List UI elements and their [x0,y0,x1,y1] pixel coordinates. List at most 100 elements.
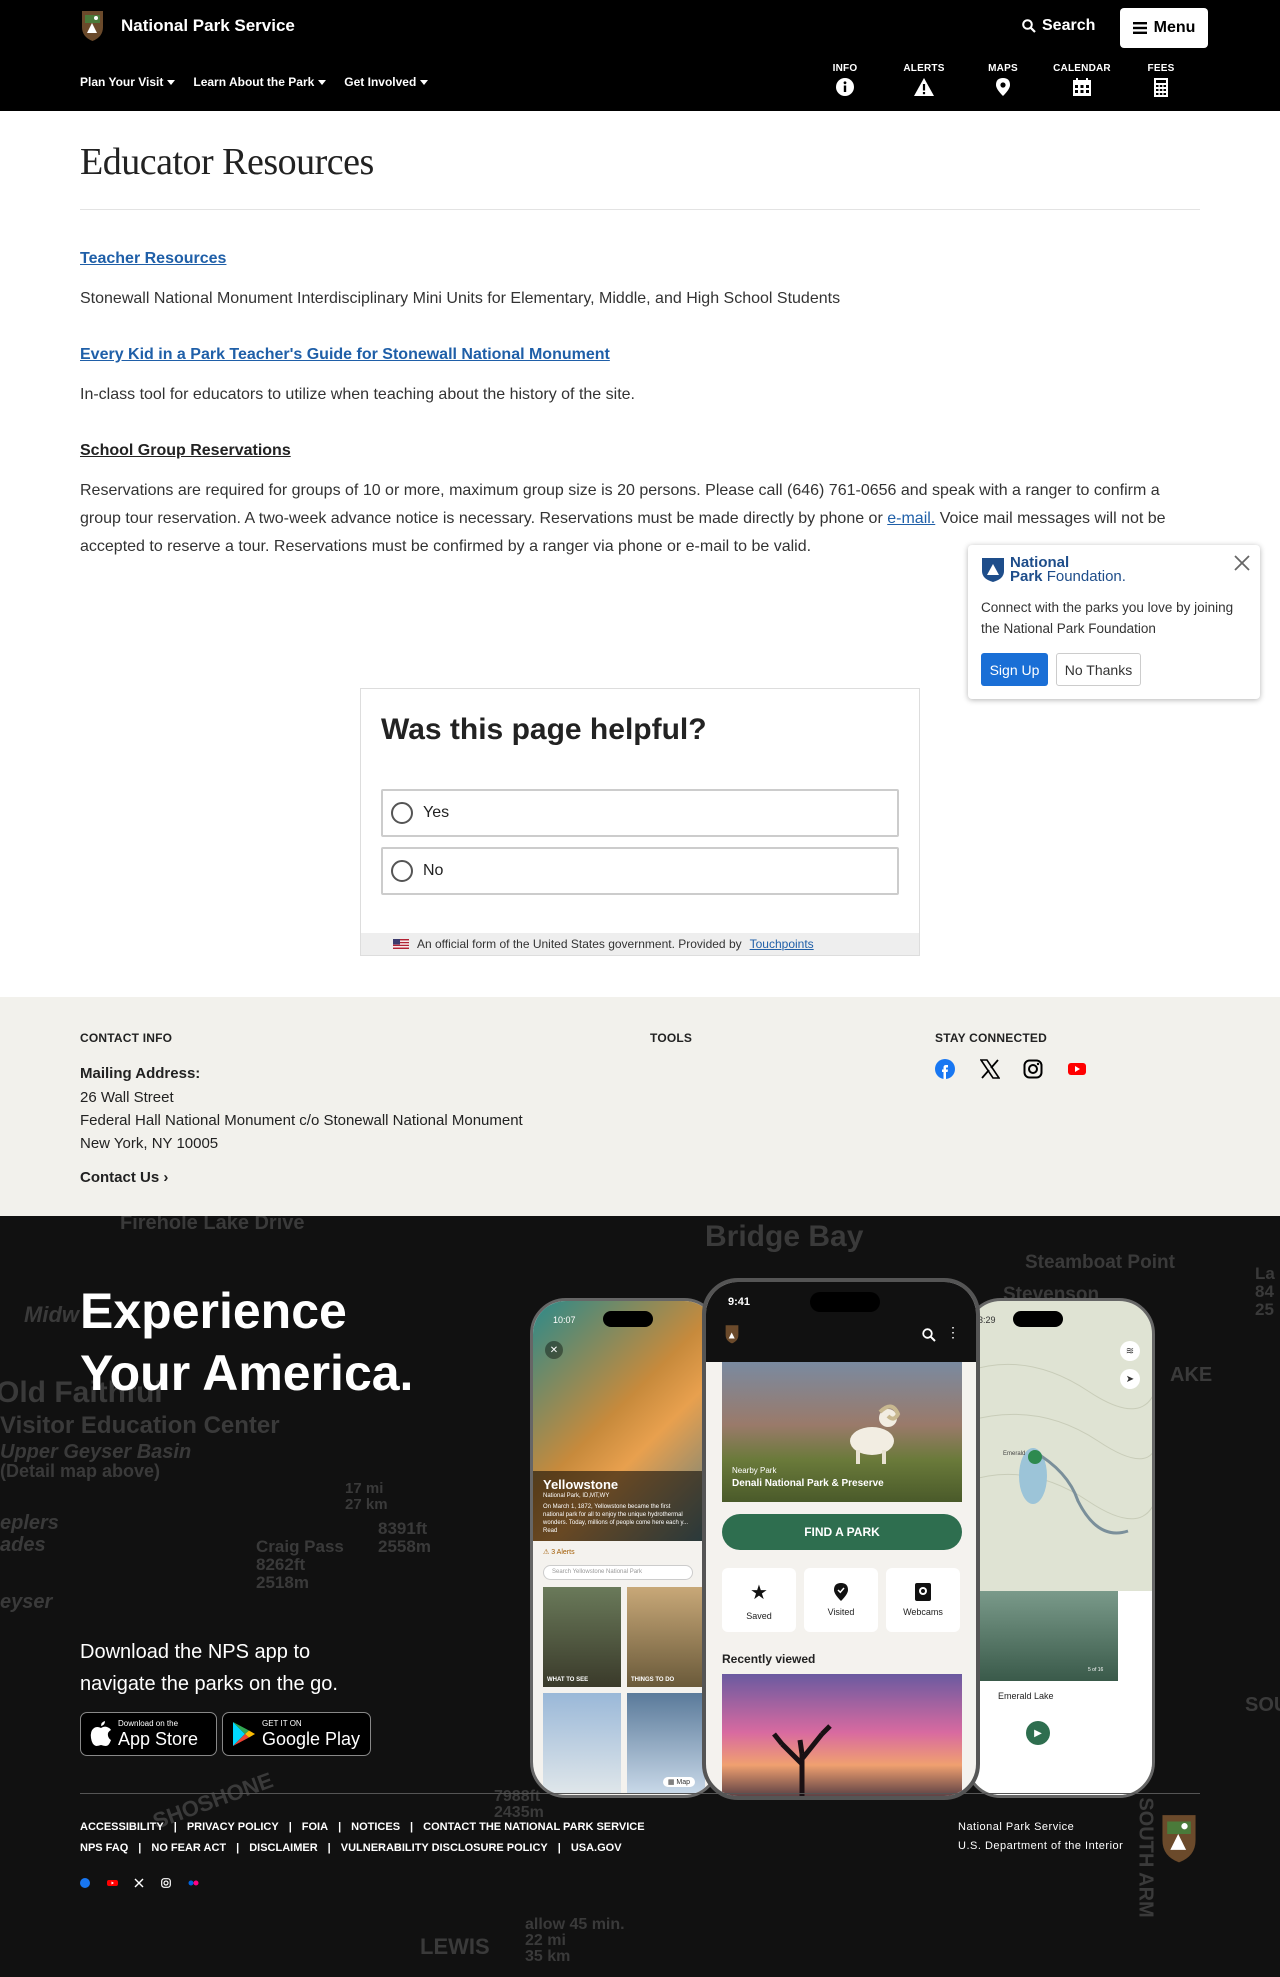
nav-learn-about-the-park[interactable]: Learn About the Park [193,75,327,89]
map-label: 8391ft [378,1519,428,1538]
quick-link-alerts[interactable]: ALERTS [889,63,959,96]
youtube-icon[interactable] [107,1878,118,1888]
title-divider [80,209,1200,210]
map-label: La [1255,1264,1275,1283]
quick-link-label: CALENDAR [1053,63,1111,74]
park-search-input[interactable]: Search Yellowstone National Park [543,1565,693,1580]
flickr-icon[interactable] [188,1878,199,1888]
menu-button[interactable]: Menu [1120,8,1208,48]
tile-label: Saved [746,1610,772,1621]
separator: | [288,1821,292,1833]
lodge-tile[interactable] [543,1693,621,1793]
more-icon[interactable]: ⋮ [946,1324,960,1341]
recently-viewed-image[interactable] [722,1674,962,1796]
lake-card[interactable]: 5 of 16 Emerald Lake ▶ [968,1591,1152,1795]
privacy-policy-link[interactable]: PRIVACY POLICY [187,1821,279,1833]
feedback-no-label: No [423,862,444,879]
tile-label: Visited [827,1607,855,1617]
find-a-park-button[interactable]: FIND A PARK [722,1514,962,1550]
email-link[interactable]: e-mail. [887,510,935,527]
saved-tile[interactable]: ★ Saved [722,1568,796,1632]
radio-yes[interactable] [391,802,413,824]
webcam-icon [915,1583,931,1601]
locate-icon[interactable]: ➤ [1120,1369,1140,1389]
feedback-form: Was this page helpful? Yes No An officia… [360,688,920,956]
teacher-resources-desc: Stonewall National Monument Interdiscipl… [80,290,841,307]
instagram-icon[interactable] [1023,1059,1043,1079]
nav-get-involved[interactable]: Get Involved [344,75,429,89]
map-label: 8262ft [256,1555,306,1574]
teacher-resources-link[interactable]: Teacher Resources [80,250,226,268]
nps-arrowhead-icon [725,1325,739,1344]
map-pin-label: Emerald [1003,1451,1026,1457]
map-label: eyser [0,1591,53,1613]
play-icon[interactable]: ▶ [1026,1721,1050,1745]
map-pill[interactable]: ▦ Map [662,1777,695,1787]
tile-label: WHAT TO SEE [547,1677,589,1683]
quick-link-maps[interactable]: MAPS [968,63,1038,96]
x-icon[interactable] [980,1059,1000,1079]
nps-arrowhead-icon [82,11,103,41]
site-title: National Park Service [121,15,295,35]
things-to-do-tile[interactable]: THINGS TO DO [627,1587,705,1687]
geyser-tile[interactable]: ▦ Map [627,1693,705,1793]
close-icon[interactable] [1234,555,1250,571]
npf-no-thanks-button[interactable]: No Thanks [1056,653,1141,686]
quick-link-calendar[interactable]: CALENDAR [1047,63,1117,96]
search-button[interactable]: Search [1022,17,1095,35]
visited-tile[interactable]: Visited [804,1568,878,1632]
facebook-icon[interactable] [80,1878,90,1888]
feedback-no-option[interactable]: No [381,847,899,895]
fees-icon [1154,78,1168,97]
usa-gov-link[interactable]: USA.GOV [571,1842,622,1854]
webcams-tile[interactable]: Webcams [886,1568,960,1632]
quick-link-label: FEES [1147,63,1175,74]
facebook-icon[interactable] [935,1059,955,1079]
download-app-text: Download the NPS app to navigate the par… [80,1641,338,1695]
alerts-badge[interactable]: ⚠ 3 Alerts [543,1548,575,1556]
contact-nps-link[interactable]: CONTACT THE NATIONAL PARK SERVICE [423,1821,644,1833]
layers-icon[interactable]: ≋ [1120,1341,1140,1361]
search-icon[interactable] [922,1328,936,1342]
vulnerability-disclosure-link[interactable]: VULNERABILITY DISCLOSURE POLICY [341,1842,548,1854]
park-blurb: On March 1, 1872, Yellowstone became the… [543,1504,689,1534]
no-fear-act-link[interactable]: NO FEAR ACT [151,1842,226,1854]
radio-no[interactable] [391,860,413,882]
contact-us-link[interactable]: Contact Us › [80,1169,168,1186]
what-to-see-tile[interactable]: WHAT TO SEE [543,1587,621,1687]
npf-message: Connect with the parks you love by joini… [981,600,1234,636]
every-kid-guide-link[interactable]: Every Kid in a Park Teacher's Guide for … [80,346,610,364]
map-label: 2558m [378,1537,431,1556]
instagram-icon[interactable] [161,1878,171,1888]
dynamic-island [810,1292,880,1312]
phone-time: 10:07 [553,1315,576,1325]
nav-label: Get Involved [344,75,417,89]
nps-arrowhead-icon[interactable] [1158,1812,1200,1864]
address-line-2: Federal Hall National Monument c/o Stone… [80,1112,523,1129]
separator: | [410,1821,414,1833]
close-icon[interactable]: ✕ [545,1341,563,1359]
foia-link[interactable]: FOIA [302,1821,328,1833]
separator: | [236,1842,240,1854]
feedback-footer-text: An official form of the United States go… [417,937,742,951]
nav-plan-your-visit[interactable]: Plan Your Visit [80,75,176,89]
nps-logo-link[interactable]: National Park Service [80,9,295,42]
disclaimer-link[interactable]: DISCLAIMER [249,1842,317,1854]
denali-hero-image[interactable]: Nearby Park Denali National Park & Prese… [722,1362,962,1502]
nav-label: Learn About the Park [193,75,315,89]
quick-link-fees[interactable]: FEES [1126,63,1196,97]
caret-down-icon [318,79,327,85]
x-icon[interactable] [134,1878,144,1888]
app-store-button[interactable]: Download on the App Store [80,1712,217,1756]
npf-signup-button[interactable]: Sign Up [981,653,1048,686]
youtube-icon[interactable] [1067,1059,1087,1079]
nps-faq-link[interactable]: NPS FAQ [80,1842,128,1854]
separator: | [327,1842,331,1854]
touchpoints-link[interactable]: Touchpoints [750,937,814,951]
accessibility-link[interactable]: ACCESSIBILITY [80,1821,164,1833]
quick-link-info[interactable]: INFO [810,63,880,96]
notices-link[interactable]: NOTICES [351,1821,400,1833]
footer-links-row1: ACCESSIBILITY | PRIVACY POLICY | FOIA | NOT… [80,1821,645,1833]
feedback-yes-option[interactable]: Yes [381,789,899,837]
google-play-button[interactable]: GET IT ON Google Play [222,1712,371,1756]
